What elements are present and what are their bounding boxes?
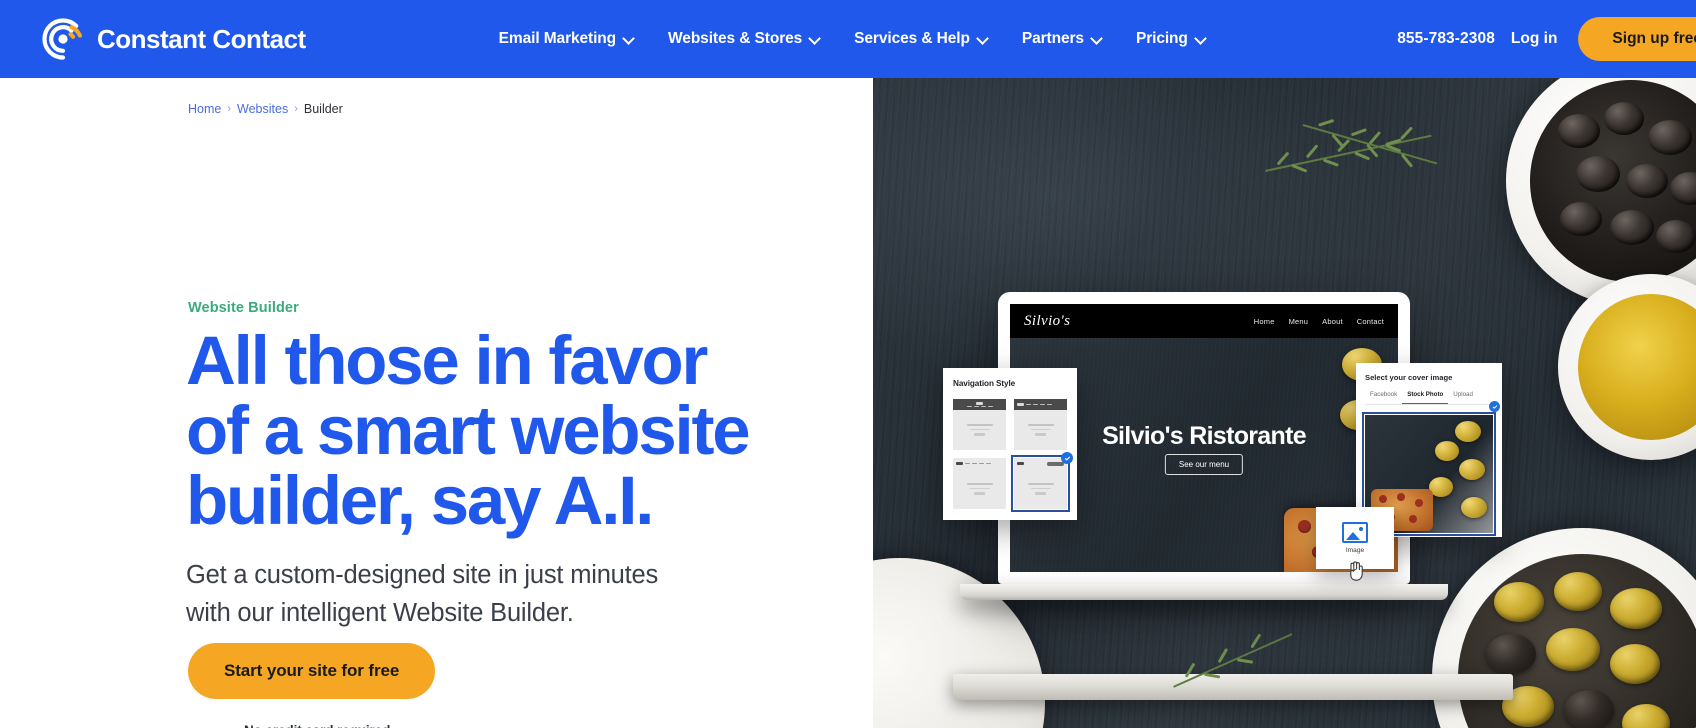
nav-item-email-marketing[interactable]: Email Marketing	[482, 30, 651, 48]
hero-text-column: Home › Websites › Builder Website Builde…	[0, 78, 873, 728]
olive-oil-surface	[1578, 294, 1696, 440]
navigation-style-option-1[interactable]	[953, 399, 1006, 450]
breadcrumb-websites[interactable]: Websites	[237, 102, 288, 116]
sign-up-free-button[interactable]: Sign up free	[1578, 17, 1696, 61]
hero-eyebrow: Website Builder	[188, 300, 299, 316]
image-icon	[1342, 522, 1368, 543]
mockup-menu-about[interactable]: About	[1322, 317, 1343, 326]
thumb-navbar	[953, 458, 1006, 469]
nav-item-label: Email Marketing	[498, 30, 617, 47]
start-your-site-button[interactable]: Start your site for free	[188, 643, 436, 699]
cover-image-title: Select your cover image	[1365, 373, 1453, 382]
mockup-menu-menu[interactable]: Menu	[1289, 317, 1309, 326]
breadcrumb: Home › Websites › Builder	[188, 102, 343, 116]
mockup-site-navbar: Silvio's Home Menu About Contact	[1010, 304, 1398, 338]
hero-subheading: Get a custom-designed site in just minut…	[186, 561, 659, 627]
brand-name: Constant Contact	[97, 23, 306, 54]
phone-number-link[interactable]: 855-783-2308	[1397, 30, 1495, 48]
breadcrumb-home[interactable]: Home	[188, 102, 221, 116]
mockup-menu-home[interactable]: Home	[1254, 317, 1275, 326]
grab-hand-cursor-icon	[1346, 559, 1366, 583]
thumb-body	[1014, 469, 1067, 509]
constant-contact-spiral-logo-icon	[40, 16, 86, 62]
bowl-interior	[1530, 80, 1696, 282]
hero-image-panel: Silvio's Home Menu About Contact Silvio'…	[873, 78, 1696, 728]
chevron-down-icon	[977, 33, 988, 44]
primary-nav: Email Marketing Websites & Stores Servic…	[482, 30, 1223, 48]
wooden-plank	[953, 674, 1513, 700]
check-circle-icon	[1061, 452, 1073, 464]
breadcrumb-separator-icon: ›	[227, 103, 232, 115]
mockup-site-menu: Home Menu About Contact	[1254, 317, 1384, 326]
thumb-navbar	[1014, 458, 1067, 469]
page-body: Home › Websites › Builder Website Builde…	[0, 78, 1696, 728]
nav-item-label: Websites & Stores	[668, 30, 803, 47]
nav-item-pricing[interactable]: Pricing	[1119, 30, 1223, 48]
thumb-body	[953, 410, 1006, 450]
navigation-style-card: Navigation Style	[943, 368, 1077, 520]
breadcrumb-current: Builder	[303, 102, 343, 116]
navigation-style-option-4-selected[interactable]	[1011, 452, 1073, 512]
nav-item-label: Services & Help	[854, 30, 970, 47]
check-circle-icon	[1489, 401, 1500, 412]
mockup-menu-contact[interactable]: Contact	[1357, 317, 1384, 326]
brand-logo[interactable]: Constant Contact	[40, 16, 306, 62]
cover-image-tabs: Facebook Stock Photo Upload	[1365, 391, 1493, 405]
navigation-style-options	[953, 399, 1073, 512]
thumb-body	[1014, 410, 1067, 450]
chevron-down-icon	[1195, 33, 1206, 44]
nav-item-services-help[interactable]: Services & Help	[837, 30, 1005, 48]
laptop-base	[960, 584, 1448, 600]
nav-item-label: Pricing	[1135, 30, 1188, 47]
tab-stock-photo[interactable]: Stock Photo	[1402, 391, 1449, 404]
navigation-style-title: Navigation Style	[953, 379, 1016, 388]
navigation-style-option-2[interactable]	[1014, 399, 1067, 450]
thumb-body	[953, 469, 1006, 509]
page-title: All those in favor of a smart website bu…	[186, 322, 751, 539]
image-drag-label: Image	[1345, 547, 1365, 554]
breadcrumb-separator-icon: ›	[294, 103, 298, 115]
chevron-down-icon	[1091, 33, 1102, 44]
bowl-interior	[1458, 554, 1696, 728]
thumb-navbar	[1014, 399, 1067, 410]
tab-upload[interactable]: Upload	[1448, 391, 1478, 404]
no-credit-card-note: No credit card required.	[244, 723, 394, 728]
mockup-see-our-menu-button[interactable]: See our menu	[1164, 454, 1244, 475]
chevron-down-icon	[623, 33, 634, 44]
top-navigation-bar: Constant Contact Email Marketing Website…	[0, 0, 1696, 78]
log-in-link[interactable]: Log in	[1511, 30, 1558, 48]
chevron-down-icon	[809, 33, 820, 44]
mockup-site-logo: Silvio's	[1024, 312, 1071, 329]
nav-utility-group: 855-783-2308 Log in Sign up free	[1397, 0, 1696, 78]
nav-item-label: Partners	[1021, 30, 1084, 47]
nav-item-partners[interactable]: Partners	[1005, 30, 1119, 48]
thumb-navbar	[953, 399, 1006, 410]
tab-facebook[interactable]: Facebook	[1365, 391, 1402, 404]
nav-item-websites-stores[interactable]: Websites & Stores	[651, 30, 837, 48]
navigation-style-option-3[interactable]	[953, 458, 1006, 509]
